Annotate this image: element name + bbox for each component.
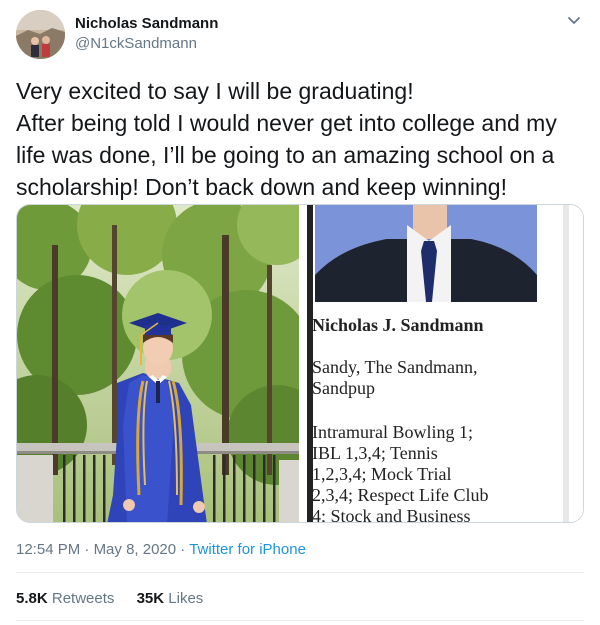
display-name[interactable]: Nicholas Sandmann xyxy=(75,14,218,34)
retweets-label: Retweets xyxy=(51,590,115,607)
yearbook-nicknames: Sandy, The Sandmann, Sandpup xyxy=(312,357,478,398)
yearbook-name: Nicholas J. Sandmann xyxy=(312,315,484,335)
graduation-photo[interactable] xyxy=(17,205,327,522)
user-names: Nicholas Sandmann @N1ckSandmann xyxy=(75,14,218,54)
tweet-metadata: 12:54 PM · May 8, 2020 · Twitter for iPh… xyxy=(16,540,306,560)
meta-separator-2: · xyxy=(176,541,190,558)
user-handle[interactable]: @N1ckSandmann xyxy=(75,34,218,54)
tweet-time[interactable]: 12:54 PM xyxy=(16,541,80,558)
tweet-source-link[interactable]: Twitter for iPhone xyxy=(189,541,306,558)
tweet-header: Nicholas Sandmann @N1ckSandmann xyxy=(16,10,584,62)
likes-count: 35K xyxy=(136,590,165,607)
divider xyxy=(16,572,584,573)
media-grid: Nicholas J. Sandmann Sandy, The Sandmann… xyxy=(16,204,584,523)
avatar[interactable] xyxy=(16,10,65,59)
meta-separator: · xyxy=(80,541,94,558)
chevron-down-icon[interactable] xyxy=(566,13,582,29)
divider-bottom xyxy=(16,620,584,621)
yearbook-photo[interactable]: Nicholas J. Sandmann Sandy, The Sandmann… xyxy=(301,205,583,523)
tweet-stats: 5.8K Retweets 35K Likes xyxy=(16,589,221,609)
likes-stat[interactable]: 35K Likes xyxy=(137,589,204,609)
retweets-stat[interactable]: 5.8K Retweets xyxy=(16,589,114,609)
tweet-text: Very excited to say I will be graduating… xyxy=(16,78,557,200)
tweet-card: Nicholas Sandmann @N1ckSandmann Very exc… xyxy=(0,0,600,625)
likes-label: Likes xyxy=(168,590,204,607)
retweets-count: 5.8K xyxy=(16,590,48,607)
yearbook-activities: Intramural Bowling 1; IBL 1,3,4; Tennis … xyxy=(312,422,489,523)
tweet-date[interactable]: May 8, 2020 xyxy=(94,541,177,558)
